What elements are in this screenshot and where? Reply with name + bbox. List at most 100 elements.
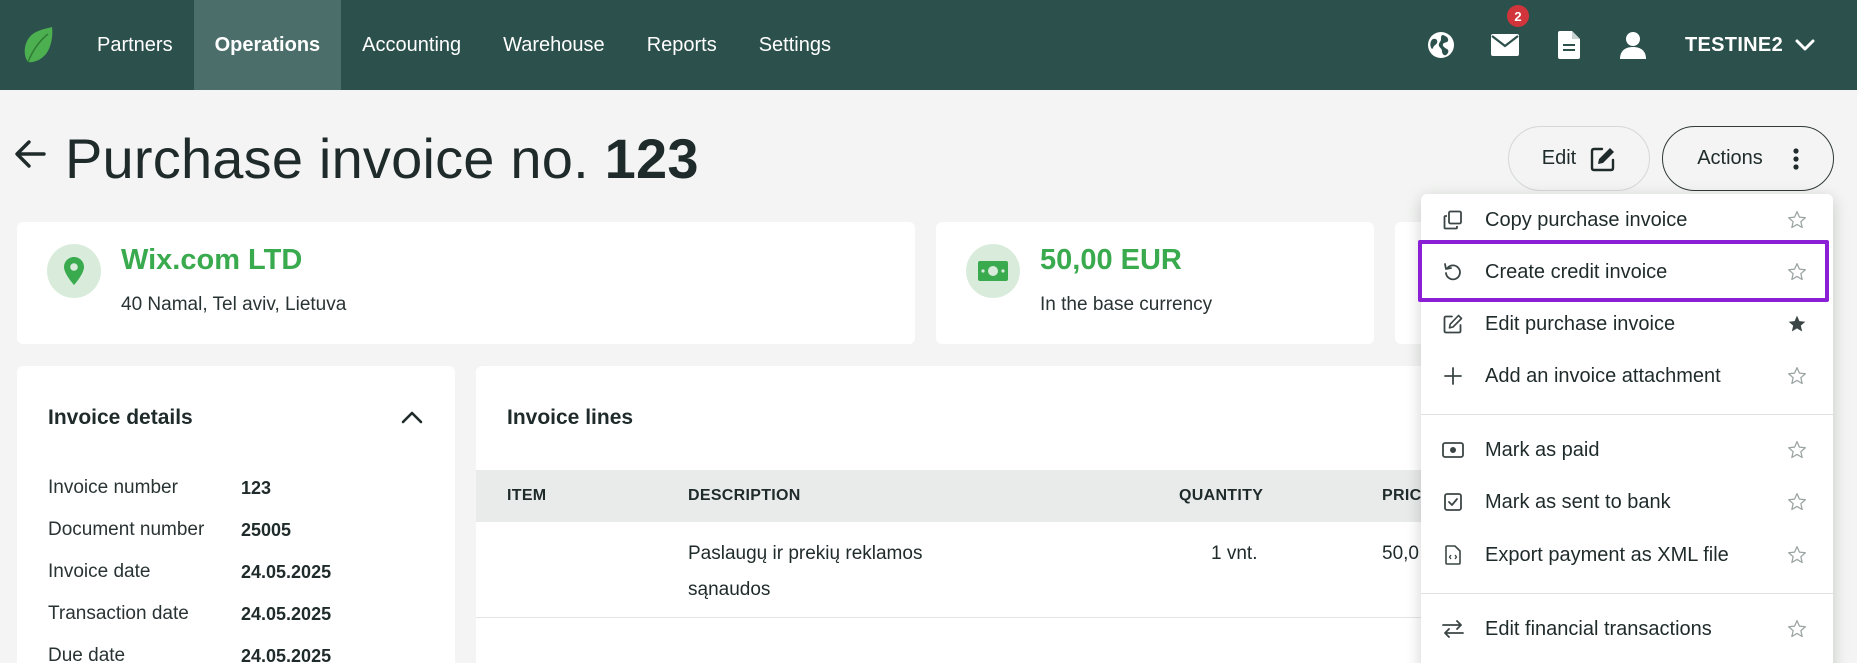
menu-item-edit-financial-transactions[interactable]: Edit financial transactions xyxy=(1421,603,1833,655)
logo[interactable] xyxy=(0,0,76,90)
main-menu: Partners Operations Accounting Warehouse… xyxy=(76,0,852,90)
company-switcher[interactable]: TESTINE2 xyxy=(1665,34,1857,57)
edit-button[interactable]: Edit xyxy=(1508,126,1650,191)
table-row[interactable]: Paslaugų ir prekių reklamos sąnaudos 1 v… xyxy=(476,522,1436,614)
cash-icon xyxy=(1441,438,1465,462)
back-arrow-icon[interactable] xyxy=(14,137,48,171)
star-outline-icon[interactable] xyxy=(1785,438,1809,462)
star-outline-icon[interactable] xyxy=(1785,543,1809,567)
detail-label-due-date: Due date xyxy=(48,645,126,663)
menu-divider xyxy=(1421,414,1833,415)
edit-icon xyxy=(1591,147,1615,171)
menu-item-label: Export payment as XML file xyxy=(1485,543,1729,566)
cell-description: Paslaugų ir prekių reklamos sąnaudos xyxy=(688,536,922,608)
menu-item-label: Mark as paid xyxy=(1485,438,1600,461)
nav-item-partners[interactable]: Partners xyxy=(76,0,194,90)
column-header-item[interactable]: ITEM xyxy=(507,487,546,505)
detail-value-document-number: 25005 xyxy=(241,520,292,540)
user-icon xyxy=(1620,32,1647,59)
column-header-price[interactable]: PRIC xyxy=(1382,487,1421,505)
column-header-description[interactable]: DESCRIPTION xyxy=(688,487,801,505)
detail-value-invoice-number: 123 xyxy=(241,478,272,498)
messages-count-badge: 2 xyxy=(1507,5,1530,27)
invoice-number-title: 123 xyxy=(604,127,699,190)
chevron-up-icon[interactable] xyxy=(401,410,423,424)
partner-icon-circle xyxy=(47,244,101,298)
menu-item-edit-purchase-invoice[interactable]: Edit purchase invoice xyxy=(1421,298,1833,350)
messages-button[interactable]: 2 xyxy=(1473,0,1537,90)
partner-card: Wix.com LTD 40 Namal, Tel aviv, Lietuva xyxy=(17,222,915,344)
language-button[interactable] xyxy=(1409,0,1473,90)
partner-address: 40 Namal, Tel aviv, Lietuva xyxy=(121,294,347,315)
detail-label-invoice-date: Invoice date xyxy=(48,561,151,582)
menu-item-add-invoice-attachment[interactable]: Add an invoice attachment xyxy=(1421,350,1833,402)
leaf-logo-icon xyxy=(24,27,53,63)
cell-description-line1: Paslaugų ir prekių reklamos xyxy=(688,543,923,564)
detail-value-invoice-date: 24.05.2025 xyxy=(241,562,332,582)
amount-value: 50,00 EUR xyxy=(1040,244,1182,276)
profile-button[interactable] xyxy=(1601,0,1665,90)
menu-item-export-payment-xml[interactable]: Export payment as XML file xyxy=(1421,529,1833,581)
partner-name[interactable]: Wix.com LTD xyxy=(121,244,302,277)
checkbox-icon xyxy=(1441,490,1465,514)
more-vertical-icon xyxy=(1793,147,1799,170)
amount-note: In the base currency xyxy=(1040,294,1213,315)
detail-label-invoice-number: Invoice number xyxy=(48,477,178,498)
menu-item-label: Mark as sent to bank xyxy=(1485,490,1671,513)
detail-value-due-date: 24.05.2025 xyxy=(241,646,332,663)
menu-item-create-credit-invoice[interactable]: Create credit invoice xyxy=(1421,246,1833,298)
row-divider xyxy=(476,617,1436,618)
invoice-details-panel: Invoice details Invoice number 123 Docum… xyxy=(17,366,455,663)
menu-item-copy-purchase-invoice[interactable]: Copy purchase invoice xyxy=(1421,194,1833,246)
cell-quantity: 1 vnt. xyxy=(1211,543,1258,564)
menu-item-label: Copy purchase invoice xyxy=(1485,208,1688,231)
menu-item-label: Edit financial transactions xyxy=(1485,617,1712,640)
invoice-lines-title: Invoice lines xyxy=(507,406,634,429)
globe-icon xyxy=(1428,32,1455,58)
page-title: Purchase invoice no. 123 xyxy=(65,127,699,190)
location-pin-icon xyxy=(64,257,84,285)
invoice-lines-panel: Invoice lines ITEM DESCRIPTION QUANTITY … xyxy=(476,366,1436,663)
documents-button[interactable] xyxy=(1537,0,1601,90)
nav-item-accounting[interactable]: Accounting xyxy=(341,0,482,90)
actions-button-label: Actions xyxy=(1697,147,1763,169)
company-name: TESTINE2 xyxy=(1685,33,1783,56)
cell-price: 50,0 xyxy=(1382,543,1419,564)
top-navigation-bar: Partners Operations Accounting Warehouse… xyxy=(0,0,1857,90)
menu-item-mark-as-sent-to-bank[interactable]: Mark as sent to bank xyxy=(1421,476,1833,528)
invoice-details-title: Invoice details xyxy=(48,406,193,429)
star-filled-icon[interactable] xyxy=(1785,312,1809,336)
chevron-down-icon xyxy=(1795,39,1815,51)
nav-item-settings[interactable]: Settings xyxy=(738,0,852,90)
plus-icon xyxy=(1441,364,1465,388)
actions-button[interactable]: Actions xyxy=(1662,126,1834,191)
menu-item-mark-as-paid[interactable]: Mark as paid xyxy=(1421,424,1833,476)
swap-icon xyxy=(1441,617,1465,641)
star-outline-icon[interactable] xyxy=(1785,208,1809,232)
document-icon xyxy=(1558,31,1581,59)
edit-icon xyxy=(1441,312,1465,336)
star-outline-icon[interactable] xyxy=(1785,490,1809,514)
amount-card: 50,00 EUR In the base currency xyxy=(936,222,1374,344)
star-outline-icon[interactable] xyxy=(1785,617,1809,641)
menu-item-label: Edit purchase invoice xyxy=(1485,312,1676,335)
nav-item-warehouse[interactable]: Warehouse xyxy=(482,0,626,90)
menu-item-label: Add an invoice attachment xyxy=(1485,364,1721,387)
banknote-icon xyxy=(978,261,1008,281)
undo-icon xyxy=(1441,260,1465,284)
nav-item-reports[interactable]: Reports xyxy=(626,0,738,90)
nav-item-operations[interactable]: Operations xyxy=(193,0,342,90)
edit-button-label: Edit xyxy=(1541,147,1577,169)
cell-description-line2: sąnaudos xyxy=(688,579,771,600)
topbar-tools: 2 TESTINE2 xyxy=(1409,0,1857,90)
star-outline-icon[interactable] xyxy=(1785,364,1809,388)
column-header-quantity[interactable]: QUANTITY xyxy=(1179,487,1263,505)
invoice-lines-header: ITEM DESCRIPTION QUANTITY PRIC xyxy=(476,470,1436,522)
copy-icon xyxy=(1441,208,1465,232)
actions-dropdown-menu: Copy purchase invoice Create credit invo… xyxy=(1421,194,1833,663)
xml-file-icon xyxy=(1441,543,1465,567)
menu-divider xyxy=(1421,593,1833,594)
amount-icon-circle xyxy=(966,244,1020,298)
star-outline-icon[interactable] xyxy=(1785,260,1809,284)
detail-label-transaction-date: Transaction date xyxy=(48,603,189,624)
